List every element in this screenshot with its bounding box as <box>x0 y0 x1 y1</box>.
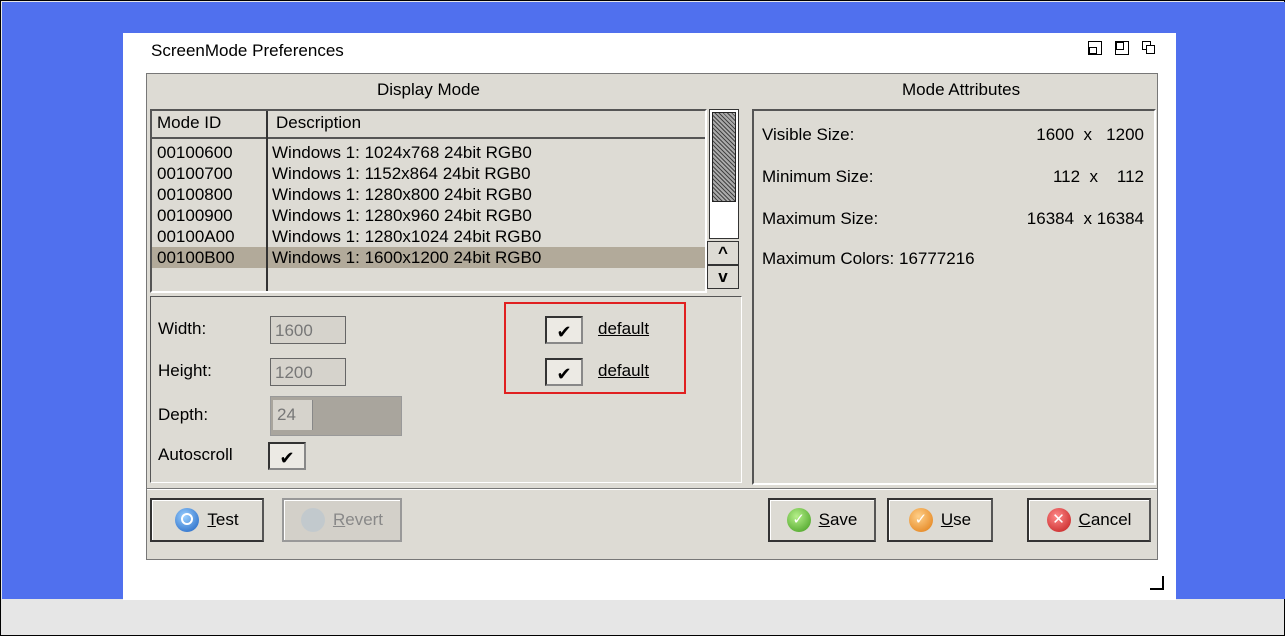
desktop-background: ScreenMode Preferences Display Mode Mode… <box>2 2 1285 600</box>
mode-attributes-box: Visible Size: 1600 x 1200 Minimum Size: … <box>752 109 1156 485</box>
mode-settings-group: Width: 1600 Height: 1200 Depth: 24 Autos… <box>150 296 742 483</box>
list-item[interactable]: 00100B00 Windows 1: 1600x1200 24bit RGB0 <box>152 247 705 268</box>
description-cell: Windows 1: 1600x1200 24bit RGB0 <box>272 248 542 267</box>
mode-id-cell: 00100700 <box>157 164 233 183</box>
description-cell: Windows 1: 1280x960 24bit RGB0 <box>272 206 532 225</box>
visible-size-label: Visible Size: <box>762 125 855 144</box>
use-button[interactable]: ✓ Use <box>887 498 993 542</box>
cancel-button-label: Cancel <box>1078 510 1132 529</box>
depth-label: Depth: <box>158 405 209 424</box>
checkmark-icon: ✓ <box>786 508 811 532</box>
test-icon <box>175 508 200 532</box>
minimum-size-label: Minimum Size: <box>762 167 874 186</box>
list-item[interactable]: 00100900 Windows 1: 1280x960 24bit RGB0 <box>152 205 705 226</box>
column-header-mode-id[interactable]: Mode ID <box>157 113 221 133</box>
description-cell: Windows 1: 1024x768 24bit RGB0 <box>272 143 532 162</box>
autoscroll-label: Autoscroll <box>158 445 233 464</box>
mode-id-cell: 00100B00 <box>157 248 235 267</box>
mode-id-cell: 00100600 <box>157 143 233 162</box>
close-icon: ✕ <box>1046 508 1071 532</box>
list-item[interactable]: 00100700 Windows 1: 1152x864 24bit RGB0 <box>152 163 705 184</box>
list-item[interactable]: 00100A00 Windows 1: 1280x1024 24bit RGB0 <box>152 226 705 247</box>
autoscroll-checkbox[interactable]: ✔ <box>268 442 306 470</box>
mode-id-cell: 00100800 <box>157 185 233 204</box>
list-header: Mode ID Description <box>152 111 705 139</box>
use-button-label: Use <box>940 510 972 529</box>
height-label: Height: <box>158 361 212 380</box>
depth-cycle[interactable]: 24 <box>270 396 402 436</box>
depth-gadget-icon[interactable] <box>1142 41 1155 54</box>
mode-list[interactable]: Mode ID Description 00100600 Windows 1: 1… <box>150 109 707 293</box>
highlight-annotation <box>504 302 686 394</box>
revert-button[interactable]: Revert <box>282 498 402 542</box>
window-gadgets <box>1088 41 1155 55</box>
list-item[interactable]: 00100600 Windows 1: 1024x768 24bit RGB0 <box>152 142 705 163</box>
maximum-size-label: Maximum Size: <box>762 209 879 228</box>
list-item[interactable]: 00100800 Windows 1: 1280x800 24bit RGB0 <box>152 184 705 205</box>
scroll-down-button[interactable]: v <box>707 265 739 289</box>
description-cell: Windows 1: 1280x1024 24bit RGB0 <box>272 227 542 246</box>
width-label: Width: <box>158 319 207 338</box>
visible-size-value: 1600 x 1200 <box>1036 125 1144 144</box>
scrollbar-thumb[interactable] <box>712 112 736 202</box>
test-button-label: Test <box>207 510 239 529</box>
width-field[interactable]: 1600 <box>270 316 346 344</box>
window-title: ScreenMode Preferences <box>151 41 344 60</box>
save-button-label: Save <box>818 510 858 529</box>
button-separator <box>147 488 1157 490</box>
save-button[interactable]: ✓ Save <box>768 498 876 542</box>
description-cell: Windows 1: 1280x800 24bit RGB0 <box>272 185 532 204</box>
revert-icon <box>300 508 325 532</box>
height-field[interactable]: 1200 <box>270 358 346 386</box>
maximum-colors-text: Maximum Colors: 16777216 <box>762 249 975 268</box>
iconify-gadget-icon[interactable] <box>1088 41 1102 55</box>
preferences-window: ScreenMode Preferences Display Mode Mode… <box>123 33 1176 600</box>
scrollbar-track[interactable] <box>709 109 739 239</box>
resize-handle[interactable] <box>1150 576 1164 590</box>
mode-id-cell: 00100900 <box>157 206 233 225</box>
mode-list-scrollbar[interactable]: ^ v <box>707 109 739 289</box>
column-header-description[interactable]: Description <box>276 113 361 133</box>
minimum-size-row: Minimum Size: 112 x 112 <box>762 167 1146 191</box>
maximum-size-value: 16384 x 16384 <box>1026 209 1144 228</box>
main-panel: Display Mode Mode Attributes Mode ID Des… <box>146 73 1158 560</box>
screen-frame: ScreenMode Preferences Display Mode Mode… <box>0 0 1285 636</box>
visible-size-row: Visible Size: 1600 x 1200 <box>762 125 1146 149</box>
column-divider[interactable] <box>266 111 268 291</box>
zoom-gadget-icon[interactable] <box>1115 41 1129 55</box>
depth-value: 24 <box>273 400 313 430</box>
mode-id-cell: 00100A00 <box>157 227 235 246</box>
mode-attributes-heading: Mode Attributes <box>902 80 1021 99</box>
display-mode-heading: Display Mode <box>377 80 480 99</box>
test-button[interactable]: Test <box>150 498 264 542</box>
scroll-up-button[interactable]: ^ <box>707 241 739 265</box>
description-cell: Windows 1: 1152x864 24bit RGB0 <box>272 164 531 183</box>
minimum-size-value: 112 x 112 <box>1052 167 1144 186</box>
maximum-size-row: Maximum Size: 16384 x 16384 <box>762 209 1146 233</box>
cancel-button[interactable]: ✕ Cancel <box>1027 498 1151 542</box>
checkmark-icon: ✓ <box>908 508 933 532</box>
revert-button-label: Revert <box>332 510 384 529</box>
maximum-colors-row: Maximum Colors: 16777216 <box>762 249 1146 273</box>
